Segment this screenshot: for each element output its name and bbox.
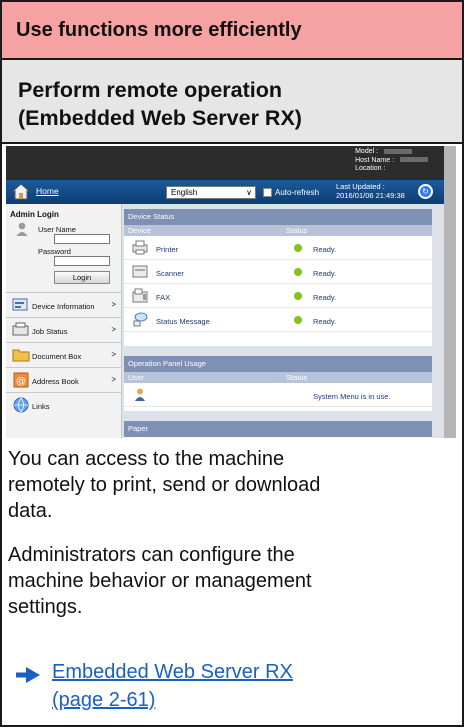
device-status-columns: Device Status xyxy=(124,225,432,236)
home-icon[interactable] xyxy=(12,183,30,200)
top-bar: Model : Host Name : Location : xyxy=(6,146,444,180)
device-row-printer[interactable]: Printer Ready. xyxy=(124,236,432,260)
user-icon xyxy=(135,388,145,401)
device-status: Ready. xyxy=(313,269,337,278)
admin-paragraph: Administrators can configure the machine… xyxy=(8,542,312,620)
device-name[interactable]: Status Message xyxy=(156,317,210,326)
auto-refresh-label: Auto-refresh xyxy=(275,188,320,197)
intro-paragraph: You can access to the machine remotely t… xyxy=(8,446,320,524)
device-row-fax[interactable]: FAX Ready. xyxy=(124,284,432,308)
device-name[interactable]: FAX xyxy=(156,293,170,302)
job-status-icon xyxy=(12,322,29,336)
user-icon xyxy=(16,222,28,236)
web-server-screenshot: Model : Host Name : Location : ^ Home En… xyxy=(6,146,456,438)
admin-line-1: Administrators can configure the xyxy=(8,544,295,566)
home-link[interactable]: Home xyxy=(36,186,59,196)
device-status: Ready. xyxy=(313,245,337,254)
status-ready-icon xyxy=(294,316,302,324)
paper-panel: Paper xyxy=(124,421,432,438)
intro-line-3: data. xyxy=(8,500,53,522)
device-status-title: Device Status xyxy=(124,209,432,225)
status-ready-icon xyxy=(294,292,302,300)
checkbox-icon xyxy=(263,188,272,198)
sidebar: Admin Login User Name Password Login Dev… xyxy=(6,204,122,438)
menu-label: Device Information xyxy=(32,302,95,311)
panel-usage-status: System Menu is in use. xyxy=(313,392,391,401)
scroll-up-arrow[interactable]: ^ xyxy=(444,152,456,164)
page-title: Use functions more efficiently xyxy=(16,18,302,41)
page-header: Use functions more efficiently xyxy=(2,2,462,60)
chevron-right-icon: > xyxy=(111,375,116,384)
status-ready-icon xyxy=(294,244,302,252)
device-information-icon xyxy=(12,298,28,311)
device-name[interactable]: Printer xyxy=(156,245,178,254)
menu-label: Links xyxy=(32,402,50,411)
section-header: Perform remote operation (Embedded Web S… xyxy=(2,60,462,144)
address-book-icon: @ xyxy=(13,372,29,388)
section-title-line1: Perform remote operation xyxy=(18,78,283,102)
model-label: Model : xyxy=(355,148,379,155)
menu-label: Job Status xyxy=(32,327,68,336)
operation-panel-usage: Operation Panel Usage User Status System… xyxy=(124,356,432,411)
device-name[interactable]: Scanner xyxy=(156,269,184,278)
column-device: Device xyxy=(128,226,151,235)
user-name-input[interactable] xyxy=(54,234,110,244)
location-label: Location : xyxy=(355,165,386,172)
last-updated-label: Last Updated : xyxy=(336,182,385,191)
intro-line-1: You can access to the machine xyxy=(8,448,285,470)
login-button[interactable]: Login xyxy=(54,271,110,284)
panel-usage-row: System Menu is in use. xyxy=(124,383,432,407)
last-updated: Last Updated : 2016/01/06 21:49:38 xyxy=(336,182,405,200)
admin-line-2: machine behavior or management xyxy=(8,570,312,592)
column-user: User xyxy=(128,373,144,382)
admin-line-3: settings. xyxy=(8,596,83,618)
status-ready-icon xyxy=(294,268,302,276)
menu-device-information[interactable]: Device Information > xyxy=(6,292,122,316)
admin-login-title: Admin Login xyxy=(10,210,59,219)
password-label: Password xyxy=(38,247,71,256)
scanner-icon xyxy=(132,265,148,278)
device-status-panel: Device Status Device Status Printer Read… xyxy=(124,209,432,346)
chevron-right-icon: > xyxy=(111,325,116,334)
menu-links[interactable]: Links xyxy=(6,392,122,416)
language-value: English xyxy=(171,188,198,197)
password-input[interactable] xyxy=(54,256,110,266)
column-status: Status xyxy=(286,226,308,235)
status-message-icon xyxy=(133,312,148,327)
paper-title: Paper xyxy=(124,421,432,437)
svg-text:@: @ xyxy=(16,376,26,387)
device-status: Ready. xyxy=(313,293,337,302)
ews-link-line1[interactable]: Embedded Web Server RX xyxy=(52,659,293,685)
chevron-right-icon: > xyxy=(111,350,116,359)
menu-document-box[interactable]: Document Box > xyxy=(6,342,122,366)
menu-address-book[interactable]: @ Address Book > xyxy=(6,367,122,391)
intro-line-2: remotely to print, send or download xyxy=(8,474,321,496)
links-icon xyxy=(13,397,29,413)
panel-usage-columns: User Status xyxy=(124,372,432,383)
last-updated-value: 2016/01/06 21:49:38 xyxy=(336,191,405,200)
user-name-label: User Name xyxy=(38,225,76,234)
document-box-icon xyxy=(12,349,30,362)
section-title-line2: (Embedded Web Server RX) xyxy=(18,106,302,130)
nav-bar: Home English ∨ Auto-refresh Last Updated… xyxy=(6,180,444,204)
device-row-status-message[interactable]: Status Message Ready. xyxy=(124,308,432,332)
menu-job-status[interactable]: Job Status > xyxy=(6,317,122,341)
model-info: Model : Host Name : Location : xyxy=(355,148,428,174)
printer-icon xyxy=(132,240,148,255)
panel-usage-title: Operation Panel Usage xyxy=(124,356,432,372)
device-status: Ready. xyxy=(313,317,337,326)
device-row-scanner[interactable]: Scanner Ready. xyxy=(124,260,432,284)
language-select[interactable]: English ∨ xyxy=(166,186,256,199)
ews-link-line2[interactable]: (page 2-61) xyxy=(52,687,155,713)
column-status: Status xyxy=(286,373,308,382)
chevron-down-icon: ∨ xyxy=(246,188,252,197)
arrow-right-icon xyxy=(16,667,40,683)
auto-refresh-checkbox[interactable]: Auto-refresh xyxy=(263,186,319,199)
host-name-label: Host Name : xyxy=(355,156,394,164)
chevron-right-icon: > xyxy=(111,300,116,309)
menu-label: Document Box xyxy=(32,352,82,361)
fax-icon xyxy=(132,288,148,303)
refresh-button[interactable]: ↻ xyxy=(418,184,433,199)
menu-label: Address Book xyxy=(32,377,79,386)
